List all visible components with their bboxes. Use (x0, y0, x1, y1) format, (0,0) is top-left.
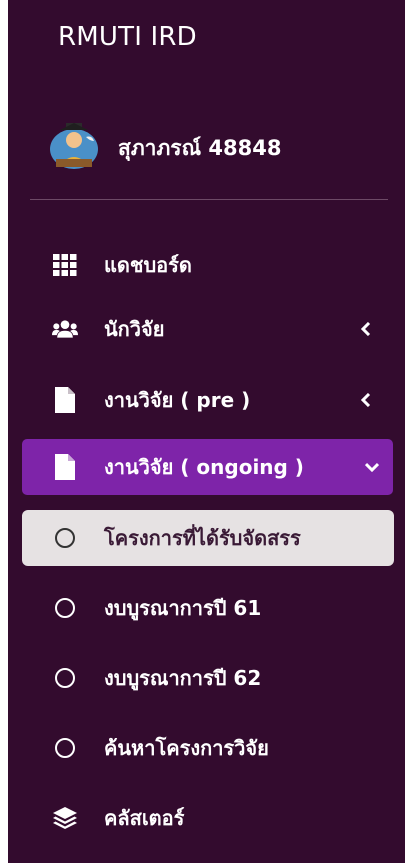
user-panel[interactable]: สุภาภรณ์ 48848 (8, 110, 405, 190)
layers-icon (52, 805, 78, 831)
user-name: สุภาภรณ์ 48848 (118, 136, 282, 160)
avatar (46, 119, 102, 171)
circle-icon (52, 595, 78, 621)
nav-item-research-ongoing[interactable]: งานวิจัย ( ongoing ) (22, 439, 393, 495)
divider (30, 199, 388, 200)
nav-label-research-ongoing: งานวิจัย ( ongoing ) (104, 455, 304, 479)
subitem-budget-61[interactable]: งบบูรณาการปี 61 (22, 580, 402, 636)
sidebar-frame: RMUTI IRD สุภาภรณ์ 48848 แดชบอร์ด นักวิจ… (0, 0, 411, 863)
nav-item-dashboard[interactable]: แดชบอร์ด (22, 237, 405, 293)
subitem-allocated-projects[interactable]: โครงการที่ได้รับจัดสรร (22, 510, 394, 566)
nav-label-cluster: คลัสเตอร์ (104, 806, 185, 830)
chevron-left-icon (359, 393, 373, 407)
nav-label-research-pre: งานวิจัย ( pre ) (104, 388, 251, 412)
nav-label-researchers: นักวิจัย (104, 317, 165, 341)
circle-icon (52, 665, 78, 691)
nav-label-dashboard: แดชบอร์ด (104, 253, 192, 277)
chevron-down-icon (365, 460, 379, 474)
grid-icon (52, 252, 78, 278)
brand-title[interactable]: RMUTI IRD (58, 22, 197, 52)
file-icon (52, 387, 78, 413)
nav-item-cluster[interactable]: คลัสเตอร์ (22, 790, 405, 846)
subitem-search-projects[interactable]: ค้นหาโครงการวิจัย (22, 720, 402, 776)
avatar-image (50, 123, 98, 169)
sidebar: RMUTI IRD สุภาภรณ์ 48848 แดชบอร์ด นักวิจ… (8, 0, 405, 863)
chevron-left-icon (359, 322, 373, 336)
subitem-label: งบบูรณาการปี 61 (104, 596, 262, 620)
subitem-label: ค้นหาโครงการวิจัย (104, 736, 269, 760)
circle-icon (52, 525, 78, 551)
users-icon (52, 316, 78, 342)
subitem-label: งบบูรณาการปี 62 (104, 666, 262, 690)
subitem-budget-62[interactable]: งบบูรณาการปี 62 (22, 650, 402, 706)
nav-item-research-pre[interactable]: งานวิจัย ( pre ) (22, 372, 405, 428)
file-icon (52, 454, 78, 480)
nav-item-researchers[interactable]: นักวิจัย (22, 301, 405, 357)
circle-icon (52, 735, 78, 761)
subitem-label: โครงการที่ได้รับจัดสรร (104, 526, 301, 550)
